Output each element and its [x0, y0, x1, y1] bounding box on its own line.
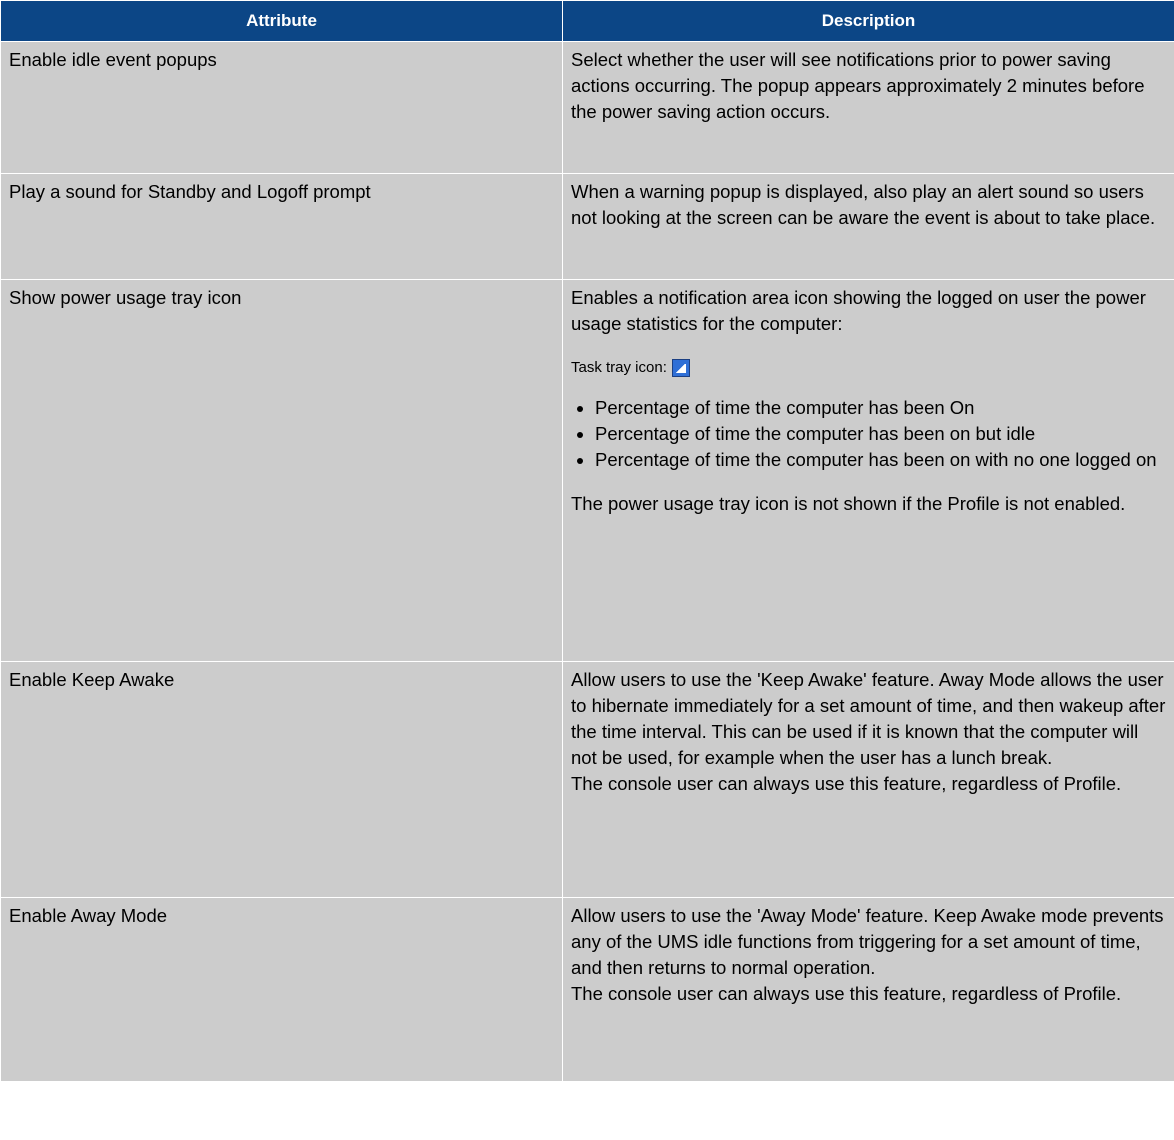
description-cell: Enables a notification area icon showing… — [562, 279, 1174, 662]
table-row: Play a sound for Standby and Logoff prom… — [0, 173, 1174, 280]
description-cell: Select whether the user will see notific… — [562, 41, 1174, 174]
list-item: Percentage of time the computer has been… — [595, 447, 1166, 473]
attribute-table: Attribute Description Enable idle event … — [0, 0, 1174, 1082]
attribute-cell: Enable Away Mode — [0, 897, 563, 1082]
attribute-column-header: Attribute — [0, 0, 563, 42]
description-note: The console user can always use this fea… — [571, 983, 1122, 1004]
table-row: Enable Keep Awake Allow users to use the… — [0, 661, 1174, 898]
description-cell: Allow users to use the 'Keep Awake' feat… — [562, 661, 1174, 898]
description-text: Allow users to use the 'Away Mode' featu… — [571, 905, 1164, 978]
description-text: When a warning popup is displayed, also … — [571, 181, 1156, 228]
description-text: Enables a notification area icon showing… — [571, 287, 1146, 334]
task-tray-icon-label: Task tray icon: — [571, 359, 667, 376]
attribute-cell: Show power usage tray icon — [0, 279, 563, 662]
list-item: Percentage of time the computer has been… — [595, 421, 1166, 447]
task-tray-icon-line: Task tray icon: — [571, 355, 1166, 381]
description-text: Allow users to use the 'Keep Awake' feat… — [571, 669, 1166, 768]
description-note: The console user can always use this fea… — [571, 773, 1122, 794]
power-usage-tray-icon — [671, 359, 690, 377]
description-cell: Allow users to use the 'Away Mode' featu… — [562, 897, 1174, 1082]
list-item: Percentage of time the computer has been… — [595, 395, 1166, 421]
table-row: Enable idle event popups Select whether … — [0, 41, 1174, 174]
attribute-cell: Enable Keep Awake — [0, 661, 563, 898]
description-note: The power usage tray icon is not shown i… — [571, 493, 1126, 514]
power-usage-statistics-list: Percentage of time the computer has been… — [571, 395, 1166, 473]
table-header-row: Attribute Description — [0, 0, 1174, 42]
attribute-cell: Play a sound for Standby and Logoff prom… — [0, 173, 563, 280]
description-cell: When a warning popup is displayed, also … — [562, 173, 1174, 280]
description-column-header: Description — [562, 0, 1174, 42]
description-text: Select whether the user will see notific… — [571, 49, 1145, 122]
table-row: Enable Away Mode Allow users to use the … — [0, 897, 1174, 1082]
attribute-cell: Enable idle event popups — [0, 41, 563, 174]
table-row: Show power usage tray icon Enables a not… — [0, 279, 1174, 662]
